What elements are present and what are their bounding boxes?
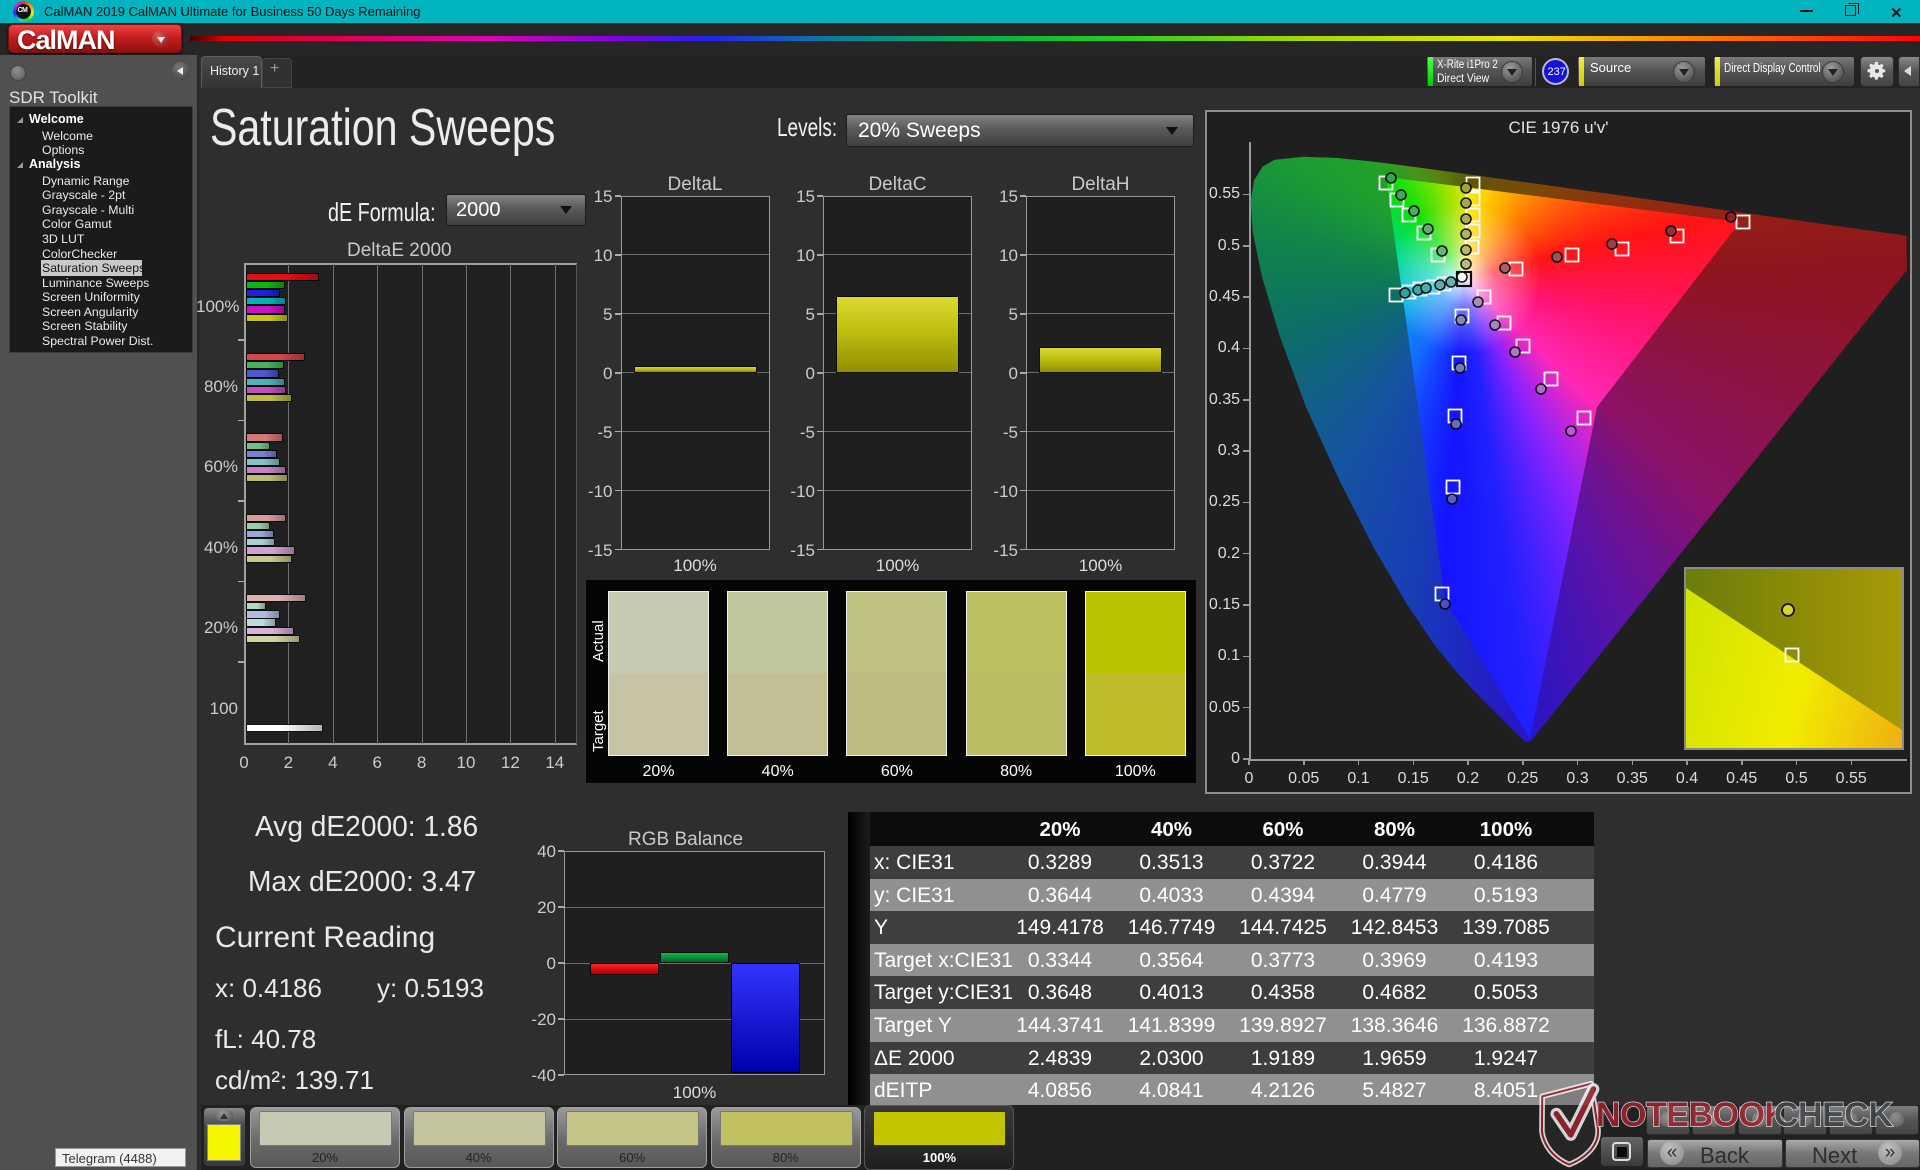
- svg-text:NOTEBOOK: NOTEBOOK: [1596, 1096, 1789, 1134]
- svg-text:CHECK: CHECK: [1774, 1096, 1893, 1134]
